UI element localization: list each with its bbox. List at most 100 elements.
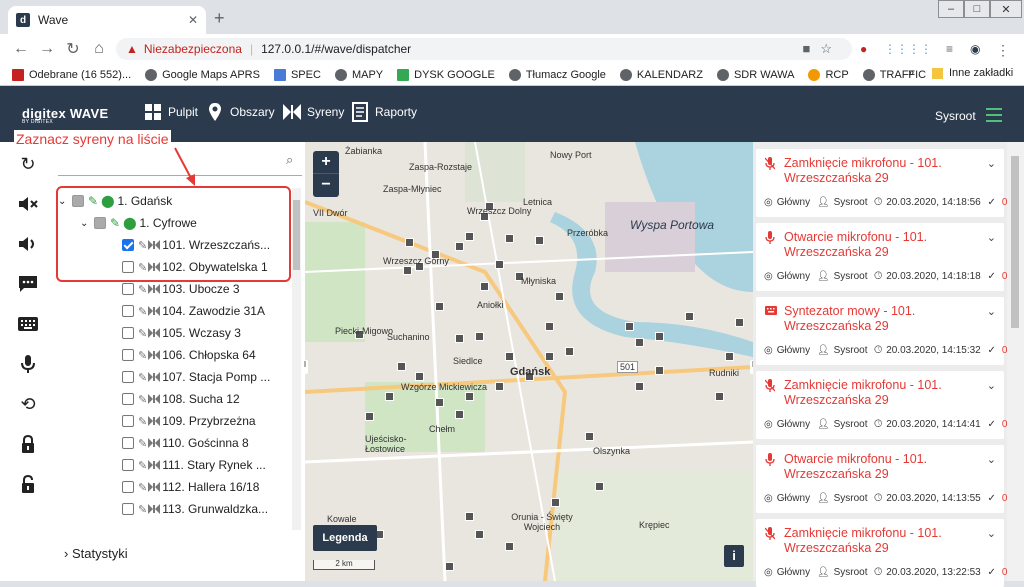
siren-checkbox[interactable]: [122, 503, 134, 515]
siren-marker-icon[interactable]: [435, 302, 444, 311]
bookmark-item[interactable]: Odebrane (16 552)...: [12, 68, 131, 81]
siren-marker-icon[interactable]: [495, 382, 504, 391]
minimize-button[interactable]: –: [938, 0, 964, 18]
info-button[interactable]: i: [724, 545, 744, 567]
event-card[interactable]: Otwarcie mikrofonu - 101. Wrzeszczańska …: [756, 445, 1016, 513]
siren-marker-icon[interactable]: [555, 292, 564, 301]
unlock-icon[interactable]: [14, 470, 42, 498]
grid-extension-icon[interactable]: ⋮⋮: [908, 42, 932, 56]
event-scrollbar[interactable]: [1007, 142, 1024, 581]
bookmark-item[interactable]: MAPY: [334, 68, 383, 81]
siren-marker-icon[interactable]: [505, 352, 514, 361]
volume-icon[interactable]: [14, 230, 42, 258]
siren-marker-icon[interactable]: [475, 530, 484, 539]
siren-list-item[interactable]: ✎ 104. Zawodzie 31A: [58, 300, 288, 322]
chevron-down-icon[interactable]: ⌄: [987, 157, 996, 170]
siren-list-item[interactable]: ✎ 110. Gościnna 8: [58, 432, 288, 454]
bookmark-item[interactable]: TRAFFIC: [862, 68, 926, 81]
siren-marker-icon[interactable]: [565, 347, 574, 356]
siren-checkbox[interactable]: [122, 481, 134, 493]
scrollbar-thumb[interactable]: [293, 200, 300, 270]
browser-menu-icon[interactable]: ⋮: [996, 42, 1010, 59]
siren-marker-icon[interactable]: [505, 542, 514, 551]
event-card[interactable]: Syntezator mowy - 101. Wrzeszczańska 29 ⌄…: [756, 297, 1016, 365]
siren-marker-icon[interactable]: [725, 352, 734, 361]
siren-checkbox[interactable]: [122, 371, 134, 383]
forward-icon[interactable]: →: [34, 40, 60, 58]
chevron-down-icon[interactable]: ⌄: [987, 379, 996, 392]
scrollbar-thumb[interactable]: [1011, 156, 1019, 328]
zoom-out-button[interactable]: −: [313, 174, 339, 197]
reload-icon[interactable]: ↻: [60, 39, 86, 59]
chevron-down-icon[interactable]: ⌄: [987, 453, 996, 466]
siren-checkbox[interactable]: [122, 459, 134, 471]
siren-marker-icon[interactable]: [585, 432, 594, 441]
close-tab-icon[interactable]: ✕: [188, 13, 198, 27]
maximize-button[interactable]: □: [964, 0, 990, 18]
siren-marker-icon[interactable]: [480, 282, 489, 291]
menu-obszary[interactable]: Obszary: [205, 102, 275, 122]
siren-marker-icon[interactable]: [545, 352, 554, 361]
siren-marker-icon[interactable]: [445, 562, 454, 571]
new-tab-button[interactable]: +: [214, 8, 225, 29]
other-bookmarks[interactable]: Inne zakładki: [932, 67, 1013, 79]
search-icon[interactable]: ⌕: [286, 152, 293, 168]
user-name[interactable]: Sysroot: [935, 109, 976, 123]
siren-list-item[interactable]: ✎ 109. Przybrzeżna: [58, 410, 288, 432]
siren-marker-icon[interactable]: [735, 318, 744, 327]
camera-and-star-icons[interactable]: ■☆: [802, 41, 842, 57]
zoom-in-button[interactable]: +: [313, 151, 339, 174]
siren-marker-icon[interactable]: [365, 412, 374, 421]
siren-checkbox[interactable]: [122, 437, 134, 449]
siren-marker-icon[interactable]: [551, 498, 560, 507]
siren-marker-icon[interactable]: [545, 322, 554, 331]
siren-list-item[interactable]: ✎ 107. Stacja Pomp ...: [58, 366, 288, 388]
siren-marker-icon[interactable]: [655, 332, 664, 341]
keyboard-icon[interactable]: [14, 310, 42, 338]
event-card[interactable]: Zamknięcie mikrofonu - 101. Wrzeszczańsk…: [756, 519, 1016, 587]
siren-list-item[interactable]: ✎ 106. Chłopska 64: [58, 344, 288, 366]
siren-marker-icon[interactable]: [455, 410, 464, 419]
bookmark-item[interactable]: Google Maps APRS: [145, 68, 260, 81]
bookmarks-overflow-button[interactable]: »: [908, 67, 914, 79]
bookmark-item[interactable]: SPEC: [273, 68, 321, 81]
bookmark-item[interactable]: RCP: [808, 68, 849, 81]
menu-syreny[interactable]: Syreny: [282, 102, 344, 122]
siren-marker-icon[interactable]: [455, 242, 464, 251]
home-icon[interactable]: ⌂: [86, 40, 112, 58]
siren-marker-icon[interactable]: [435, 398, 444, 407]
hamburger-menu-icon[interactable]: [986, 108, 1002, 122]
siren-checkbox[interactable]: [122, 283, 134, 295]
siren-list-item[interactable]: ✎ 111. Stary Rynek ...: [58, 454, 288, 476]
stats-toggle[interactable]: › Statystyki: [64, 546, 128, 561]
tree-scrollbar[interactable]: [292, 188, 301, 530]
bookmark-item[interactable]: KALENDARZ: [619, 68, 703, 81]
chevron-down-icon[interactable]: ⌄: [987, 305, 996, 318]
opera-extension-icon[interactable]: ●: [860, 42, 867, 56]
close-window-button[interactable]: ✕: [990, 0, 1022, 18]
siren-list-item[interactable]: ✎ 113. Grunwaldzka...: [58, 498, 288, 520]
siren-marker-icon[interactable]: [415, 372, 424, 381]
bookmark-item[interactable]: SDR WAWA: [716, 68, 794, 81]
siren-marker-icon[interactable]: [455, 334, 464, 343]
siren-marker-icon[interactable]: [397, 362, 406, 371]
bookmark-item[interactable]: DYSK GOOGLE: [397, 68, 495, 81]
siren-marker-icon[interactable]: [595, 482, 604, 491]
siren-marker-icon[interactable]: [405, 238, 414, 247]
siren-list-item[interactable]: ✎ 105. Wczasy 3: [58, 322, 288, 344]
browser-tab[interactable]: d Wave ✕: [8, 6, 206, 34]
refresh-icon[interactable]: ↻: [14, 150, 42, 178]
siren-marker-icon[interactable]: [625, 322, 634, 331]
siren-marker-icon[interactable]: [475, 332, 484, 341]
profile-avatar-icon[interactable]: ◉: [970, 42, 980, 56]
siren-marker-icon[interactable]: [635, 338, 644, 347]
chevron-down-icon[interactable]: ⌄: [987, 231, 996, 244]
lock-icon[interactable]: [14, 430, 42, 458]
siren-marker-icon[interactable]: [403, 266, 412, 275]
left-splitter-handle[interactable]: ‖: [302, 360, 308, 374]
dots-extension-icon[interactable]: ⋮⋮: [884, 42, 908, 56]
event-card[interactable]: Zamknięcie mikrofonu - 101. Wrzeszczańsk…: [756, 149, 1016, 217]
siren-checkbox[interactable]: [122, 415, 134, 427]
siren-list-item[interactable]: ✎ 112. Hallera 16/18: [58, 476, 288, 498]
siren-checkbox[interactable]: [122, 393, 134, 405]
